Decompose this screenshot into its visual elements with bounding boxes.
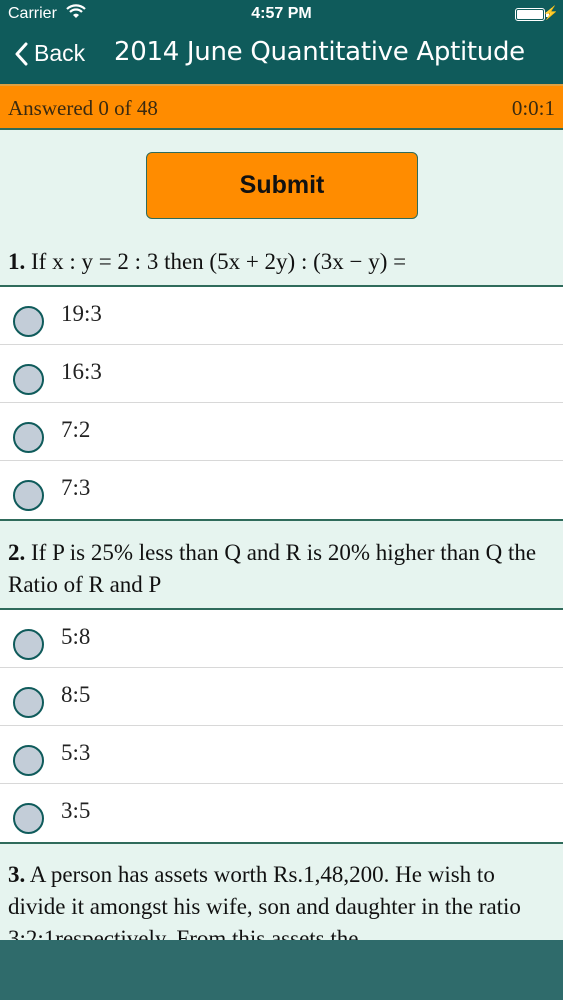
question-text: If x : y = 2 : 3 then (5x + 2y) : (3x − … [31, 249, 407, 274]
status-bar: Carrier 4:57 PM ⚡ [0, 0, 563, 28]
option-row[interactable]: 16:3 [0, 345, 563, 403]
radio-button[interactable] [13, 422, 44, 453]
option-row[interactable]: 5:3 [0, 726, 563, 784]
question-3: 3. A person has assets worth Rs.1,48,200… [0, 859, 563, 940]
option-label: 16:3 [61, 359, 102, 384]
submit-button[interactable]: Submit [146, 152, 418, 219]
option-row[interactable]: 7:3 [0, 461, 563, 519]
option-label: 3:5 [61, 798, 91, 823]
question-1: 1. If x : y = 2 : 3 then (5x + 2y) : (3x… [0, 246, 563, 278]
radio-button[interactable] [13, 480, 44, 511]
radio-button[interactable] [13, 364, 44, 395]
question-text: If P is 25% less than Q and R is 20% hig… [8, 540, 537, 597]
options-question-1: 19:3 16:3 7:2 7:3 [0, 285, 563, 521]
option-row[interactable]: 5:8 [0, 610, 563, 668]
page-title: 2014 June Quantitative Aptitude [114, 37, 525, 67]
option-label: 5:8 [61, 624, 91, 649]
option-row[interactable]: 7:2 [0, 403, 563, 461]
option-label: 7:2 [61, 417, 91, 442]
radio-button[interactable] [13, 629, 44, 660]
question-2: 2. If P is 25% less than Q and R is 20% … [0, 537, 563, 601]
question-number: 3. [8, 862, 26, 887]
option-label: 8:5 [61, 682, 91, 707]
option-label: 19:3 [61, 301, 102, 326]
question-list[interactable]: Submit 1. If x : y = 2 : 3 then (5x + 2y… [0, 130, 563, 940]
question-text: A person has assets worth Rs.1,48,200. H… [8, 862, 521, 940]
option-row[interactable]: 8:5 [0, 668, 563, 726]
radio-button[interactable] [13, 803, 44, 834]
navigation-bar: Back 2014 June Quantitative Aptitude [0, 28, 563, 84]
radio-button[interactable] [13, 745, 44, 776]
elapsed-timer: 0:0:1 [511, 96, 555, 120]
option-row[interactable]: 3:5 [0, 784, 563, 842]
option-label: 5:3 [61, 740, 91, 765]
chevron-left-icon [15, 42, 28, 65]
progress-bar: Answered 0 of 48 0:0:1 [0, 84, 563, 130]
option-row[interactable]: 19:3 [0, 287, 563, 345]
options-question-2: 5:8 8:5 5:3 3:5 [0, 608, 563, 844]
question-number: 1. [8, 249, 26, 274]
question-number: 2. [8, 540, 26, 565]
back-button[interactable]: Back [14, 40, 85, 67]
radio-button[interactable] [13, 306, 44, 337]
back-label: Back [34, 40, 86, 66]
charging-icon: ⚡ [542, 5, 559, 20]
radio-button[interactable] [13, 687, 44, 718]
option-label: 7:3 [61, 475, 91, 500]
status-time: 4:57 PM [251, 5, 312, 22]
answered-count: Answered 0 of 48 [8, 96, 158, 120]
battery-icon [515, 8, 545, 21]
bottom-bar [0, 940, 563, 1000]
